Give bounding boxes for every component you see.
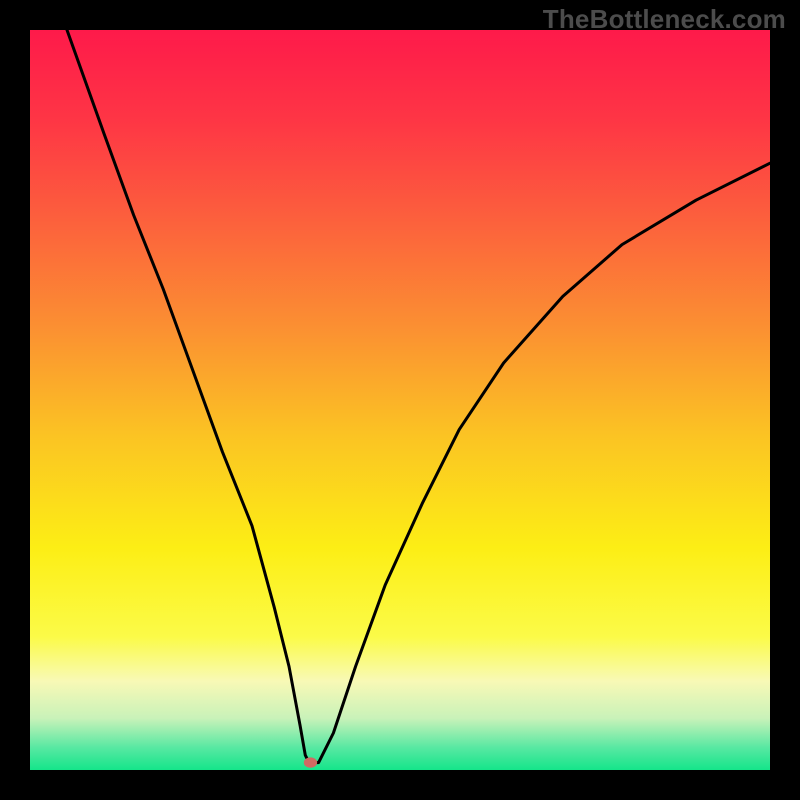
watermark-text: TheBottleneck.com xyxy=(543,4,786,35)
chart-container: TheBottleneck.com xyxy=(0,0,800,800)
bottleneck-chart xyxy=(0,0,800,800)
plot-background xyxy=(30,30,770,770)
marker-dot xyxy=(304,757,317,767)
